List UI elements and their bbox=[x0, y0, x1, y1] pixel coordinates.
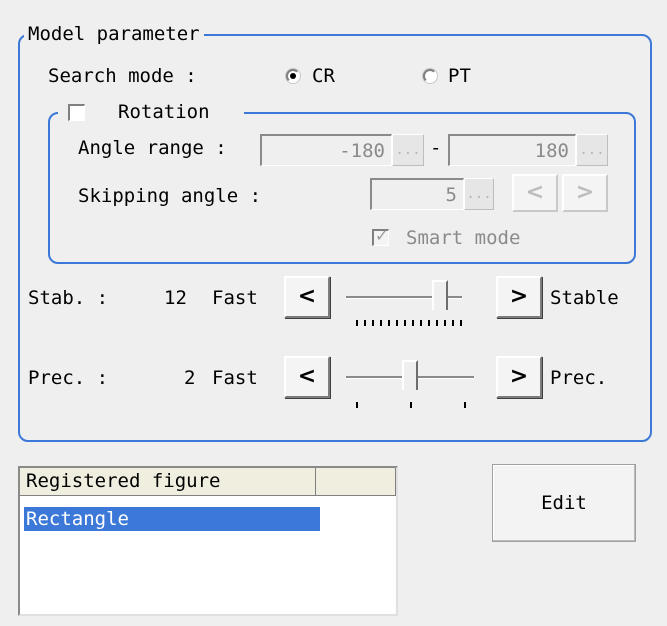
edit-button[interactable]: Edit bbox=[492, 464, 636, 542]
prec-decrease-button[interactable]: < bbox=[284, 356, 330, 398]
stab-increase-button[interactable]: > bbox=[496, 276, 542, 318]
prec-value: 2 bbox=[184, 367, 196, 389]
skipping-angle-decrease-button: < bbox=[512, 174, 558, 212]
rotation-checkbox[interactable] bbox=[68, 104, 85, 121]
angle-range-min-browse-button: ... bbox=[392, 134, 424, 166]
prec-label: Prec. : bbox=[28, 367, 109, 389]
check-icon: ✓ bbox=[375, 226, 389, 245]
angle-range-max-field: 180 bbox=[448, 134, 576, 166]
prec-fast-label: Fast bbox=[212, 367, 258, 389]
registered-figure-header[interactable]: Registered figure bbox=[20, 468, 316, 496]
search-mode-cr-label[interactable]: CR bbox=[312, 64, 335, 88]
search-mode-cr-radio[interactable] bbox=[286, 69, 300, 83]
skipping-angle-increase-button: > bbox=[562, 174, 608, 212]
rotation-label[interactable]: Rotation bbox=[118, 100, 210, 124]
stab-label: Stab. : bbox=[28, 287, 109, 309]
angle-range-max-browse-button: ... bbox=[576, 134, 608, 166]
skipping-angle-label: Skipping angle : bbox=[78, 185, 262, 207]
stab-fast-label: Fast bbox=[212, 287, 258, 309]
stab-slider-ticks bbox=[356, 320, 468, 328]
stab-slider-thumb[interactable] bbox=[432, 280, 448, 310]
angle-range-min-field: -180 bbox=[260, 134, 392, 166]
list-item[interactable]: Rectangle bbox=[24, 507, 320, 531]
stab-value: 12 bbox=[164, 287, 187, 309]
stab-stable-label: Stable bbox=[550, 287, 619, 309]
stab-decrease-button[interactable]: < bbox=[284, 276, 330, 318]
angle-range-separator: - bbox=[430, 137, 442, 159]
search-mode-pt-radio[interactable] bbox=[423, 69, 437, 83]
skipping-angle-browse-button: ... bbox=[464, 178, 494, 210]
prec-prec-label: Prec. bbox=[550, 367, 608, 389]
smart-mode-label: Smart mode bbox=[406, 227, 521, 249]
prec-increase-button[interactable]: > bbox=[496, 356, 542, 398]
smart-mode-checkbox: ✓ bbox=[372, 226, 389, 246]
angle-range-label: Angle range : bbox=[78, 137, 227, 159]
prec-slider-thumb[interactable] bbox=[402, 360, 418, 390]
search-mode-pt-label[interactable]: PT bbox=[448, 64, 471, 88]
model-parameter-title: Model parameter bbox=[24, 23, 204, 45]
skipping-angle-field: 5 bbox=[370, 178, 464, 210]
registered-figure-header-extra bbox=[316, 468, 396, 496]
prec-slider-ticks bbox=[356, 402, 468, 410]
radio-selected-dot bbox=[290, 73, 296, 79]
search-mode-label: Search mode : bbox=[48, 65, 197, 87]
